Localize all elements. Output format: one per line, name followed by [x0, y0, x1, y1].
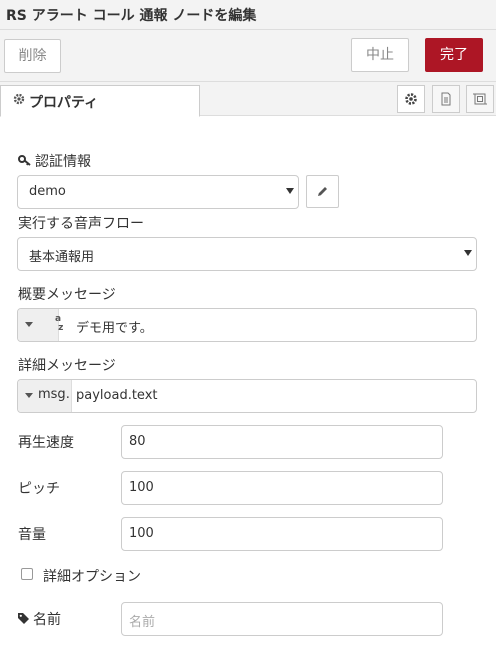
- detail-options-label: 詳細オプション: [43, 569, 141, 585]
- document-icon: [441, 92, 451, 106]
- gear-icon: [405, 93, 417, 105]
- dialog-title: RS アラート コール 通報 ノードを編集: [6, 8, 257, 24]
- name-placeholder: 名前: [129, 615, 156, 630]
- detail-options-checkbox[interactable]: [21, 568, 33, 580]
- appearance-icon: [473, 93, 487, 105]
- detail-label: 詳細メッセージ: [18, 358, 116, 374]
- pitch-input[interactable]: 100: [121, 471, 443, 505]
- volume-label: 音量: [18, 527, 46, 543]
- detail-input[interactable]: msg. payload.text: [17, 379, 477, 413]
- voice-flow-select[interactable]: 基本通報用: [17, 237, 477, 271]
- credentials-label: 認証情報: [35, 154, 91, 170]
- caret-down-icon: [25, 393, 33, 398]
- pitch-value: 100: [129, 480, 154, 495]
- caret-down-icon: [25, 322, 33, 327]
- chevron-down-icon: [464, 250, 472, 256]
- gear-icon: [13, 93, 25, 105]
- summary-input[interactable]: a z デモ用です。: [17, 308, 477, 342]
- done-button[interactable]: 完了: [425, 38, 483, 72]
- delete-button[interactable]: 削除: [4, 39, 61, 73]
- edit-credentials-button[interactable]: [306, 175, 339, 208]
- name-label: 名前: [33, 612, 61, 628]
- speed-value: 80: [129, 434, 146, 449]
- cancel-button[interactable]: 中止: [351, 38, 409, 72]
- tab-settings-button[interactable]: [397, 85, 425, 113]
- voice-flow-label: 実行する音声フロー: [18, 216, 144, 232]
- dialog-title-bar: RS アラート コール 通報 ノードを編集: [0, 0, 496, 30]
- chevron-down-icon: [286, 188, 294, 194]
- summary-value: デモ用です。: [76, 321, 153, 336]
- tab-appearance-button[interactable]: [466, 85, 494, 113]
- summary-label: 概要メッセージ: [18, 287, 116, 303]
- pitch-label: ピッチ: [18, 481, 60, 497]
- string-type-icon: a z: [55, 314, 64, 333]
- speed-input[interactable]: 80: [121, 425, 443, 459]
- detail-type-selector[interactable]: msg.: [18, 380, 72, 412]
- tab-properties-label: プロパティ: [29, 95, 99, 111]
- voice-flow-value: 基本通報用: [29, 250, 95, 265]
- key-icon: [18, 155, 31, 166]
- volume-value: 100: [129, 526, 154, 541]
- speed-label: 再生速度: [18, 435, 74, 451]
- tab-description-button[interactable]: [432, 85, 460, 113]
- dialog-toolbar: 削除 中止 完了: [0, 30, 496, 82]
- name-input[interactable]: 名前: [121, 602, 443, 636]
- tag-icon: [18, 613, 29, 624]
- tab-properties[interactable]: プロパティ: [0, 85, 200, 117]
- summary-type-selector[interactable]: a z: [18, 309, 63, 341]
- credentials-select[interactable]: demo: [17, 175, 299, 209]
- pencil-icon: [318, 187, 327, 196]
- detail-value: payload.text: [76, 388, 158, 403]
- tabs-bar: プロパティ: [0, 82, 496, 117]
- volume-input[interactable]: 100: [121, 517, 443, 551]
- detail-type-prefix: msg.: [38, 387, 70, 402]
- credentials-value: demo: [29, 184, 66, 199]
